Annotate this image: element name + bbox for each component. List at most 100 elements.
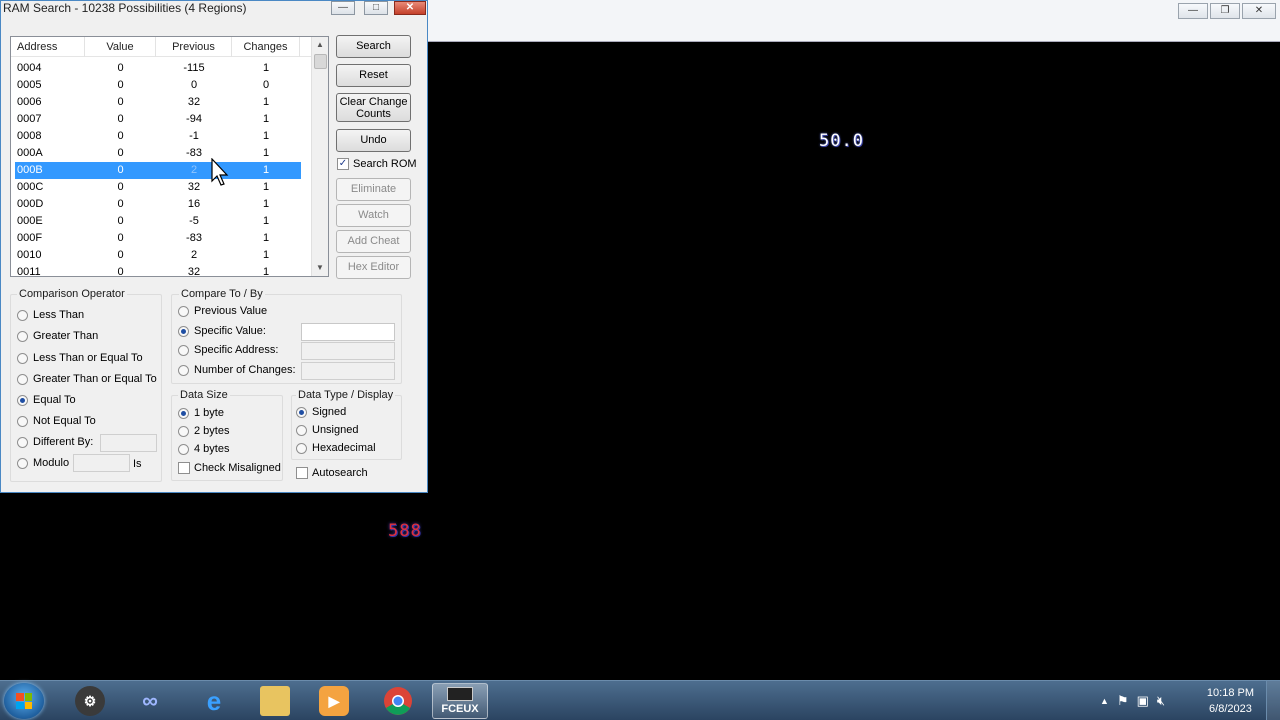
show-hidden-icons-icon[interactable]: ▲ bbox=[1100, 696, 1109, 706]
action-center-flag-icon[interactable]: ⚑ bbox=[1117, 693, 1129, 709]
reset-button[interactable]: Reset bbox=[336, 64, 411, 87]
column-header-previous[interactable]: Previous bbox=[156, 37, 232, 57]
list-rows: 0004 0 -115 1 0005 0 0 0 0006 0 32 1 0007 0 -94 1 0008 0 -… bbox=[15, 60, 301, 277]
close-button[interactable]: ✕ bbox=[1242, 3, 1276, 19]
minimize-button[interactable]: — bbox=[1178, 3, 1208, 19]
radio-different-by[interactable]: Different By: bbox=[17, 436, 93, 448]
specific-value-input[interactable] bbox=[301, 323, 395, 341]
column-header-changes[interactable]: Changes bbox=[232, 37, 300, 57]
changes-cell: 1 bbox=[262, 266, 270, 277]
close-button[interactable]: ✕ bbox=[394, 1, 426, 15]
autosearch-checkbox[interactable]: Autosearch bbox=[296, 467, 368, 479]
table-row[interactable]: 0008 0 -1 1 bbox=[15, 128, 301, 145]
taskbar-app-explorer[interactable] bbox=[247, 683, 303, 719]
table-row[interactable]: 0011 0 32 1 bbox=[15, 264, 301, 277]
scroll-up-arrow-icon[interactable]: ▲ bbox=[312, 37, 328, 53]
radio-2-bytes[interactable]: 2 bytes bbox=[178, 425, 229, 437]
number-changes-label: Number of Changes: bbox=[194, 364, 296, 376]
radio-less-than[interactable]: Less Than bbox=[17, 309, 84, 321]
scroll-down-arrow-icon[interactable]: ▼ bbox=[312, 260, 328, 276]
table-row[interactable]: 000D 0 16 1 bbox=[15, 196, 301, 213]
volume-muted-icon[interactable]: 🔇︎ bbox=[1157, 693, 1165, 709]
table-row[interactable]: 000A 0 -83 1 bbox=[15, 145, 301, 162]
clear-change-label-line1: Clear Change bbox=[339, 96, 408, 108]
taskbar-app-gear[interactable]: ⚙ bbox=[62, 683, 118, 719]
compare-to-label: Compare To / By bbox=[179, 288, 265, 300]
previous-cell: -115 bbox=[183, 62, 205, 74]
radio-signed[interactable]: Signed bbox=[296, 406, 346, 418]
radio-hexadecimal[interactable]: Hexadecimal bbox=[296, 442, 376, 454]
watch-button[interactable]: Watch bbox=[336, 204, 411, 227]
list-scrollbar[interactable]: ▲ ▼ bbox=[311, 37, 328, 276]
radio-equal-to[interactable]: Equal To bbox=[17, 394, 76, 406]
clear-change-counts-button[interactable]: Clear Change Counts bbox=[336, 93, 411, 122]
windows-logo-icon bbox=[16, 693, 32, 709]
specific-address-input[interactable] bbox=[301, 342, 395, 360]
previous-cell: 0 bbox=[190, 79, 198, 91]
dialog-titlebar[interactable]: RAM Search - 10238 Possibilities (4 Regi… bbox=[1, 1, 427, 15]
hex-editor-button[interactable]: Hex Editor bbox=[336, 256, 411, 279]
network-icon[interactable]: ▣ bbox=[1137, 693, 1149, 709]
chrome-icon bbox=[384, 687, 412, 715]
checkbox-unchecked-icon bbox=[296, 467, 308, 479]
table-row[interactable]: 0005 0 0 0 bbox=[15, 77, 301, 94]
previous-cell: -83 bbox=[186, 232, 202, 244]
radio-specific-address[interactable]: Specific Address: bbox=[178, 344, 278, 356]
radio-modulo[interactable]: Modulo bbox=[17, 457, 69, 469]
two-bytes-label: 2 bytes bbox=[194, 425, 230, 437]
table-row[interactable]: 0007 0 -94 1 bbox=[15, 111, 301, 128]
taskbar-app-infinity[interactable]: ∞ bbox=[122, 683, 178, 719]
table-row[interactable]: 000B 0 2 1 bbox=[15, 162, 301, 179]
modulo-input[interactable] bbox=[73, 454, 130, 472]
different-by-input[interactable] bbox=[100, 434, 157, 452]
table-row[interactable]: 000F 0 -83 1 bbox=[15, 230, 301, 247]
search-rom-checkbox[interactable]: ✓ Search ROM bbox=[337, 158, 417, 170]
radio-4-bytes[interactable]: 4 bytes bbox=[178, 443, 229, 455]
table-row[interactable]: 000E 0 -5 1 bbox=[15, 213, 301, 230]
taskbar-app-fceux[interactable]: FCEUX bbox=[432, 683, 488, 719]
unsigned-label: Unsigned bbox=[312, 424, 359, 436]
eliminate-button[interactable]: Eliminate bbox=[336, 178, 411, 201]
table-row[interactable]: 0010 0 2 1 bbox=[15, 247, 301, 264]
taskbar-app-media-player[interactable]: ▶ bbox=[306, 683, 362, 719]
restore-button[interactable]: ❐ bbox=[1210, 3, 1240, 19]
radio-specific-value[interactable]: Specific Value: bbox=[178, 325, 266, 337]
clock[interactable]: 10:18 PM 6/8/2023 bbox=[1207, 685, 1254, 717]
address-list[interactable]: Address Value Previous Changes 0004 0 -115… bbox=[10, 36, 329, 277]
value-cell: 0 bbox=[117, 164, 124, 176]
table-row[interactable]: 0006 0 32 1 bbox=[15, 94, 301, 111]
radio-greater-than[interactable]: Greater Than bbox=[17, 330, 98, 342]
taskbar-app-internet-explorer[interactable]: e bbox=[186, 683, 242, 719]
search-button[interactable]: Search bbox=[336, 35, 411, 58]
radio-unsigned[interactable]: Unsigned bbox=[296, 424, 358, 436]
radio-less-equal[interactable]: Less Than or Equal To bbox=[17, 352, 143, 364]
add-cheat-button[interactable]: Add Cheat bbox=[336, 230, 411, 253]
column-header-value[interactable]: Value bbox=[85, 37, 156, 57]
column-header-address[interactable]: Address bbox=[11, 37, 85, 57]
radio-greater-equal[interactable]: Greater Than or Equal To bbox=[17, 373, 157, 385]
undo-button[interactable]: Undo bbox=[336, 129, 411, 152]
address-cell: 0010 bbox=[17, 249, 42, 261]
value-cell: 0 bbox=[117, 181, 124, 193]
radio-previous-value[interactable]: Previous Value bbox=[178, 305, 267, 317]
table-row[interactable]: 0004 0 -115 1 bbox=[15, 60, 301, 77]
value-cell: 0 bbox=[117, 79, 124, 91]
value-cell: 0 bbox=[117, 113, 124, 125]
value-cell: 0 bbox=[117, 96, 124, 108]
maximize-button[interactable]: □ bbox=[364, 1, 388, 15]
table-row[interactable]: 000C 0 32 1 bbox=[15, 179, 301, 196]
radio-number-changes[interactable]: Number of Changes: bbox=[178, 364, 296, 376]
show-desktop-button[interactable] bbox=[1266, 681, 1280, 720]
minimize-button[interactable]: — bbox=[331, 1, 355, 15]
scroll-thumb[interactable] bbox=[314, 54, 327, 69]
start-button[interactable] bbox=[4, 683, 44, 719]
number-changes-input[interactable] bbox=[301, 362, 395, 380]
radio-1-byte[interactable]: 1 byte bbox=[178, 407, 224, 419]
check-misaligned-checkbox[interactable]: Check Misaligned bbox=[178, 462, 281, 474]
taskbar-app-chrome[interactable] bbox=[370, 683, 426, 719]
address-cell: 000A bbox=[17, 147, 43, 159]
hexadecimal-label: Hexadecimal bbox=[312, 442, 376, 454]
radio-not-equal[interactable]: Not Equal To bbox=[17, 415, 96, 427]
changes-cell: 1 bbox=[262, 147, 270, 159]
value-cell: 0 bbox=[117, 266, 124, 277]
